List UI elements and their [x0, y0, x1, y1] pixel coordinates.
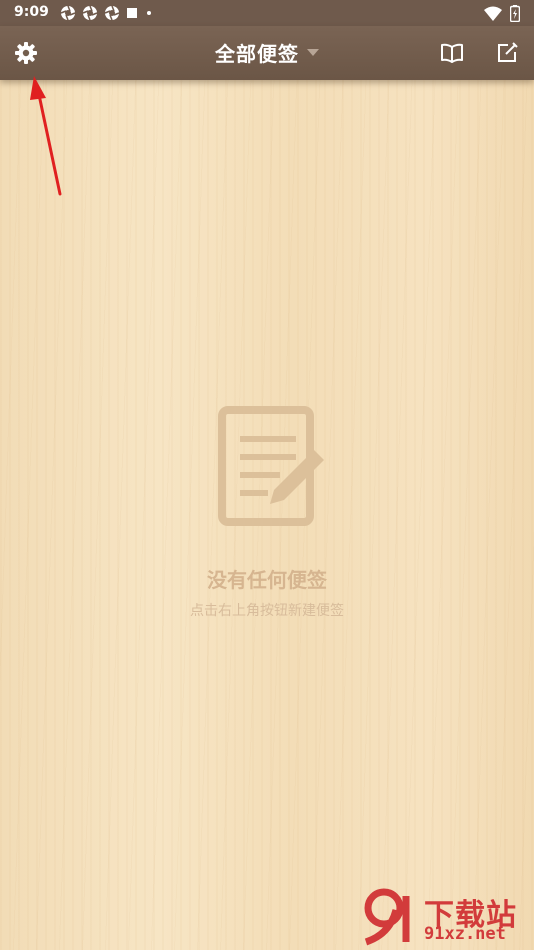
notebook-button[interactable] — [436, 37, 468, 69]
status-system-icons — [484, 5, 520, 22]
status-time: 9:09 — [14, 4, 49, 20]
empty-subtitle: 点击右上角按钮新建便签 — [190, 603, 344, 619]
annotation-arrow — [30, 76, 62, 196]
app-bar: 全部便签 — [0, 26, 534, 80]
note-edit-icon — [218, 406, 324, 526]
new-note-button[interactable] — [491, 37, 523, 69]
dot-icon — [147, 11, 151, 15]
wifi-icon — [484, 6, 502, 21]
caret-down-icon — [307, 48, 319, 56]
aperture-icon — [82, 5, 98, 21]
square-icon — [127, 8, 137, 18]
status-bar: 9:09 — [0, 0, 534, 26]
status-notification-icons — [60, 5, 154, 21]
watermark-url: 91xz.net — [424, 924, 506, 944]
battery-icon — [510, 5, 520, 22]
book-icon — [441, 43, 463, 63]
empty-title: 没有任何便签 — [207, 568, 327, 592]
compose-icon — [498, 42, 518, 62]
page-title: 全部便签 — [215, 42, 299, 66]
watermark: 下载站 91xz.net — [360, 888, 532, 948]
watermark-logo — [364, 888, 410, 946]
aperture-icon — [104, 5, 120, 21]
app-screen: 9:09 全部便签 没有任何便签 点击右上角按钮新建便签 下载站 91xz.ne… — [0, 0, 534, 950]
aperture-icon — [60, 5, 76, 21]
